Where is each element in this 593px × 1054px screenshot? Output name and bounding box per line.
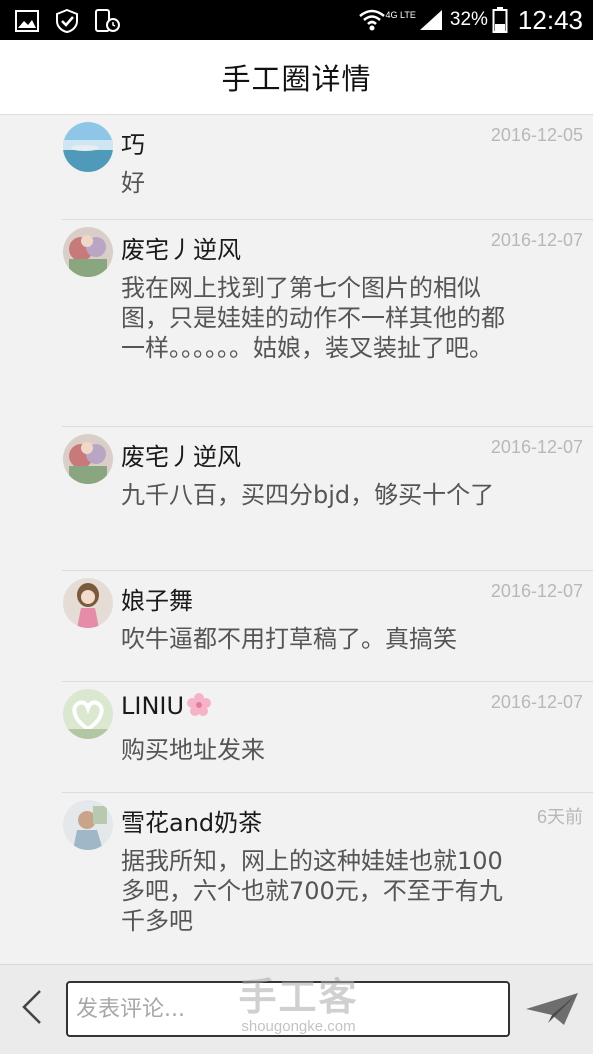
wifi-icon [358, 9, 385, 31]
comment-date: 6天前 [536, 807, 583, 827]
comment-item[interactable]: 雪花and奶茶 6天前 据我所知，网上的这种娃娃也就100多吧，六个也就700元… [0, 794, 593, 964]
comment-date: 2016-12-07 [490, 437, 583, 457]
divider [62, 219, 593, 220]
title-bar: 手工圈详情 [0, 40, 593, 115]
comment-text: 吹牛逼都不用打草稿了。真搞笑 [121, 625, 457, 653]
gallery-icon [15, 10, 39, 32]
comment-item[interactable]: 娘子舞 2016-12-07 吹牛逼都不用打草稿了。真搞笑 [0, 572, 593, 682]
cherry-blossom-icon [187, 693, 212, 716]
comment-item[interactable]: 巧 2016-12-05 好 [0, 116, 593, 220]
send-button[interactable] [524, 989, 580, 1029]
signal-icon [419, 10, 442, 30]
avatar[interactable] [63, 800, 113, 850]
avatar[interactable] [63, 689, 113, 739]
comment-text: 据我所知，网上的这种娃娃也就100多吧，六个也就700元，不至于有九千多吧 [121, 847, 503, 935]
comment-author-name: LINIU [121, 692, 185, 720]
divider [62, 681, 593, 682]
comment-author[interactable]: LINIU [121, 692, 212, 720]
comment-text: 我在网上找到了第七个图片的相似图，只是娃娃的动作不一样其他的都一样。。。。。。姑… [121, 274, 505, 362]
comment-author[interactable]: 废宅丿逆风 [121, 230, 241, 265]
comment-input-bar [0, 964, 593, 1054]
divider [62, 570, 593, 571]
clock: 12:43 [517, 4, 583, 35]
battery-percent: 32% [449, 9, 488, 30]
comment-author[interactable]: 雪花and奶茶 [121, 803, 262, 838]
comment-text: 购买地址发来 [121, 736, 265, 764]
comment-date: 2016-12-07 [490, 692, 583, 712]
comment-input[interactable] [66, 981, 510, 1037]
comment-author[interactable]: 废宅丿逆风 [121, 437, 241, 472]
avatar[interactable] [63, 227, 113, 277]
comment-text: 好 [121, 169, 145, 197]
comment-date: 2016-12-07 [490, 230, 583, 250]
avatar[interactable] [63, 578, 113, 628]
divider [62, 792, 593, 793]
comment-date: 2016-12-07 [490, 581, 583, 601]
shield-check-icon [56, 9, 78, 33]
comment-item[interactable]: LINIU 2016-12-07 购买地址发来 [0, 683, 593, 793]
comment-list[interactable]: 巧 2016-12-05 好 废宅丿逆风 2016-12-07 我在网上找到了第… [0, 116, 593, 964]
page-title: 手工圈详情 [221, 62, 372, 96]
avatar[interactable] [63, 434, 113, 484]
back-button[interactable] [14, 987, 54, 1027]
comment-item[interactable]: 废宅丿逆风 2016-12-07 我在网上找到了第七个图片的相似图，只是娃娃的动… [0, 221, 593, 427]
battery-icon [492, 7, 508, 33]
divider [62, 426, 593, 427]
phone-clock-icon [95, 9, 120, 32]
comment-author[interactable]: 巧 [121, 125, 145, 160]
network-type: 4G LTE [385, 10, 416, 20]
comment-text: 九千八百，买四分bjd，够买十个了 [121, 481, 495, 509]
avatar[interactable] [63, 122, 113, 172]
comment-date: 2016-12-05 [490, 125, 583, 145]
comment-item[interactable]: 废宅丿逆风 2016-12-07 九千八百，买四分bjd，够买十个了 [0, 428, 593, 571]
status-bar: 4G LTE 32% 12:43 [0, 0, 593, 40]
comment-author[interactable]: 娘子舞 [121, 581, 193, 616]
